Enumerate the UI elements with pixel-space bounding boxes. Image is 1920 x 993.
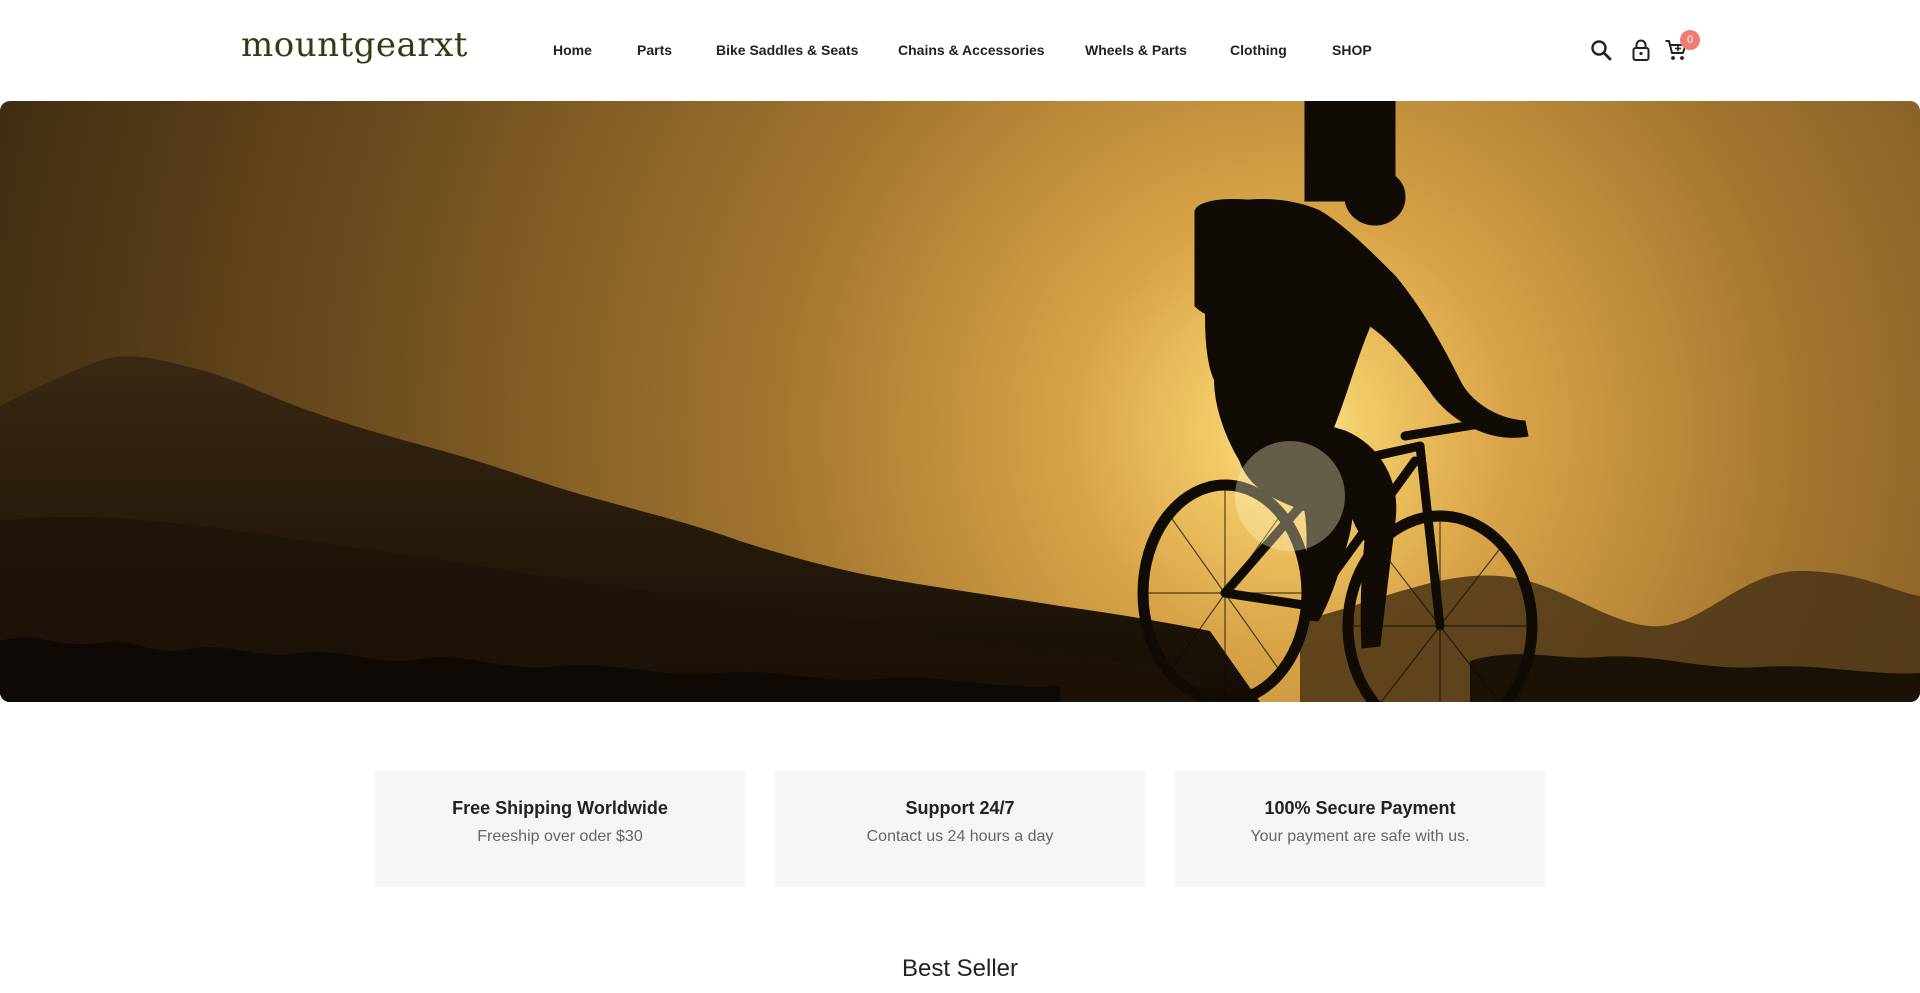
nav-item-bike-saddles-seats[interactable]: Bike Saddles & Seats [716, 39, 858, 61]
feature-subtitle: Contact us 24 hours a day [866, 828, 1054, 845]
nav-item-wheels-parts[interactable]: Wheels & Parts [1085, 39, 1187, 61]
feature-title: Support 24/7 [905, 798, 1015, 818]
feature-subtitle: Your payment are safe with us. [1250, 828, 1470, 845]
nav-item-home[interactable]: Home [553, 39, 592, 61]
nav-item-clothing[interactable]: Clothing [1230, 39, 1287, 61]
feature-title: 100% Secure Payment [1264, 798, 1456, 818]
site-header: mountgearxt Home Parts Bike Saddles & Se… [0, 0, 1920, 101]
lock-icon[interactable] [1629, 38, 1653, 62]
best-seller-heading: Best Seller [901, 955, 1019, 982]
feature-subtitle: Freeship over oder $30 [477, 828, 643, 845]
nav-item-parts[interactable]: Parts [637, 39, 672, 61]
feature-free-shipping: Free Shipping Worldwide Freeship over od… [375, 771, 745, 887]
feature-title: Free Shipping Worldwide [452, 798, 668, 818]
nav-item-shop[interactable]: SHOP [1332, 39, 1372, 61]
nav-item-chains-accessories[interactable]: Chains & Accessories [898, 39, 1045, 61]
hero-banner [0, 101, 1920, 702]
feature-support: Support 24/7 Contact us 24 hours a day [775, 771, 1145, 887]
cart-count-badge: 0 [1680, 30, 1700, 50]
site-logo[interactable]: mountgearxt [241, 24, 468, 66]
feature-secure-payment: 100% Secure Payment Your payment are saf… [1175, 771, 1545, 887]
hero-image [0, 101, 1920, 702]
search-icon[interactable] [1589, 38, 1613, 62]
